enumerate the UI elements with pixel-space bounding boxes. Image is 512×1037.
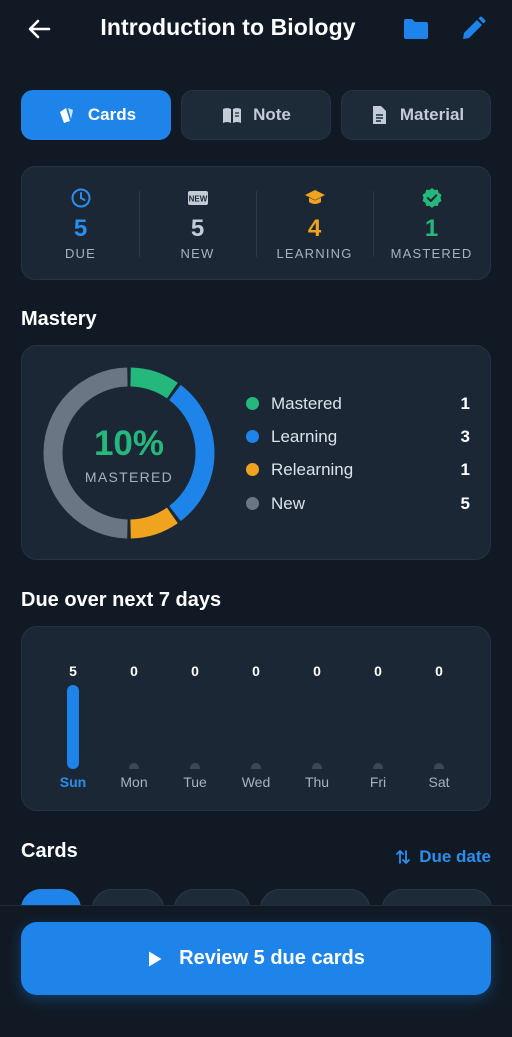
stat-label: LEARNING xyxy=(276,246,353,261)
day-bar xyxy=(67,685,79,769)
review-button-label: Review 5 due cards xyxy=(179,947,365,969)
day-label: Thu xyxy=(304,774,330,790)
day-bar-empty xyxy=(373,763,383,769)
legend-item-mastered: Mastered 1 xyxy=(246,392,470,416)
due-title: Due over next 7 days xyxy=(21,589,222,611)
legend-label: Mastered xyxy=(271,394,342,413)
document-icon xyxy=(372,106,386,124)
day-column-fri: 0 Fri xyxy=(348,627,408,812)
day-column-tue: 0 Tue xyxy=(165,627,225,812)
legend-item-relearning: Relearning 1 xyxy=(246,458,470,482)
stat-label: MASTERED xyxy=(390,246,473,261)
stat-due: 5 DUE xyxy=(22,167,139,281)
legend-value: 1 xyxy=(460,394,470,413)
tab-material[interactable]: Material xyxy=(341,90,491,140)
due-chart-card: 5 Sun 0 Mon 0 Tue 0 Wed 0 Thu 0 Fri 0 Sat xyxy=(21,626,491,811)
app-header: Introduction to Biology xyxy=(0,0,512,60)
new-badge-icon: NEW xyxy=(187,191,208,205)
day-label: Sun xyxy=(59,774,87,790)
day-label: Mon xyxy=(120,774,148,790)
legend-item-learning: Learning 3 xyxy=(246,425,470,449)
legend-label: Relearning xyxy=(271,460,354,479)
day-bar-empty xyxy=(312,763,322,769)
day-label: Tue xyxy=(183,774,207,790)
legend-value: 3 xyxy=(460,427,470,446)
pencil-icon[interactable] xyxy=(458,14,488,44)
day-bar-empty xyxy=(129,763,139,769)
mastery-percent: 10% xyxy=(93,424,165,463)
day-bar-empty xyxy=(434,763,444,769)
sort-arrows-icon xyxy=(396,850,411,864)
legend-item-new: New 5 xyxy=(246,492,470,516)
stat-learning: 4 LEARNING xyxy=(256,167,373,281)
day-bar-empty xyxy=(190,763,200,769)
donut-center: 10% MASTERED xyxy=(42,366,216,540)
day-bar-empty xyxy=(251,763,261,769)
tab-label: Note xyxy=(253,105,291,124)
svg-text:NEW: NEW xyxy=(188,195,207,204)
legend-value: 5 xyxy=(460,494,470,513)
clock-icon xyxy=(71,188,90,208)
day-label: Fri xyxy=(369,774,387,790)
cards-title: Cards xyxy=(21,840,78,862)
day-column-thu: 0 Thu xyxy=(287,627,347,812)
stat-label: DUE xyxy=(64,246,97,261)
day-label: Sat xyxy=(428,774,450,790)
mastery-card: 10% MASTERED Mastered 1 Learning 3 Relea… xyxy=(21,345,491,560)
stats-card: 5 DUE NEW 5 NEW 4 LEARNING 1 MASTERED xyxy=(21,166,491,280)
stat-value: 4 xyxy=(307,215,322,242)
verified-badge-icon xyxy=(422,188,441,208)
day-label: Wed xyxy=(241,774,271,790)
legend-dot xyxy=(246,397,259,410)
legend-dot xyxy=(246,497,259,510)
stat-mastered: 1 MASTERED xyxy=(373,167,490,281)
view-tabs: Cards Note Material xyxy=(21,90,491,140)
sort-label: Due date xyxy=(419,847,491,866)
stat-new: NEW 5 NEW xyxy=(139,167,256,281)
day-count: 0 xyxy=(374,663,382,679)
legend-dot xyxy=(246,463,259,476)
folder-icon[interactable] xyxy=(401,15,431,43)
mastery-title: Mastery xyxy=(21,308,97,330)
day-count: 0 xyxy=(435,663,443,679)
day-count: 0 xyxy=(130,663,138,679)
day-column-wed: 0 Wed xyxy=(226,627,286,812)
play-icon xyxy=(149,951,162,966)
page-title: Introduction to Biology xyxy=(100,14,356,40)
legend-dot xyxy=(246,430,259,443)
day-column-sun: 5 Sun xyxy=(43,627,103,812)
graduation-cap-icon xyxy=(304,190,325,204)
sort-button[interactable]: Due date xyxy=(395,847,491,867)
day-count: 5 xyxy=(69,663,77,679)
tab-label: Cards xyxy=(87,105,137,124)
day-count: 0 xyxy=(313,663,321,679)
tab-label: Material xyxy=(399,105,465,124)
day-count: 0 xyxy=(191,663,199,679)
legend-label: New xyxy=(271,494,306,513)
legend-label: Learning xyxy=(271,427,338,446)
day-column-sat: 0 Sat xyxy=(409,627,469,812)
stat-value: 1 xyxy=(424,215,439,242)
tab-cards[interactable]: Cards xyxy=(21,90,171,140)
mastery-percent-label: MASTERED xyxy=(84,469,174,485)
stat-value: 5 xyxy=(190,215,205,242)
stat-value: 5 xyxy=(73,215,88,242)
day-count: 0 xyxy=(252,663,260,679)
tab-note[interactable]: Note xyxy=(181,90,331,140)
book-icon xyxy=(223,108,242,123)
stat-label: NEW xyxy=(180,246,215,261)
cards-icon xyxy=(59,108,73,123)
review-due-cards-button[interactable]: Review 5 due cards xyxy=(21,922,491,995)
day-column-mon: 0 Mon xyxy=(104,627,164,812)
legend-value: 1 xyxy=(460,460,470,479)
